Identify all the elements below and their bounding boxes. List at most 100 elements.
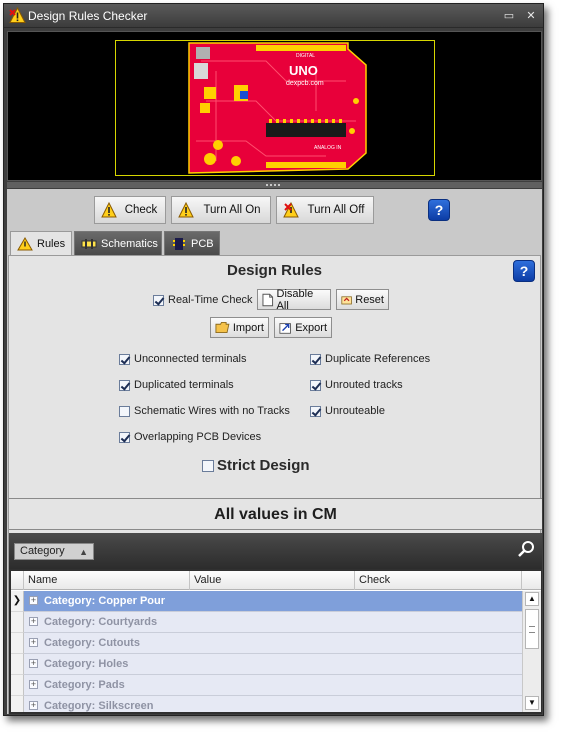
export-button[interactable]: Export xyxy=(274,317,332,338)
column-header-check[interactable]: Check xyxy=(355,571,522,590)
grid-header: Name Value Check xyxy=(11,571,541,590)
rules-grid: Name Value Check ❯ + Category: Copper Po… xyxy=(11,571,541,712)
row-indicator xyxy=(11,612,24,633)
reset-button[interactable]: Reset xyxy=(336,289,389,310)
check-button[interactable]: Check xyxy=(94,196,166,224)
expand-icon[interactable]: + xyxy=(29,638,38,647)
tab-pcb[interactable]: PCB xyxy=(164,231,220,255)
table-row[interactable]: + Category: Cutouts xyxy=(24,633,522,654)
disable-all-button[interactable]: Disable All xyxy=(257,288,331,312)
check-unconnected-terminals[interactable]: Unconnected terminals xyxy=(119,353,247,365)
column-header-value[interactable]: Value xyxy=(190,571,355,590)
grid-vertical-scrollbar[interactable]: ▲ ▼ xyxy=(522,591,541,712)
table-row[interactable]: + Category: Holes xyxy=(24,654,522,675)
realtime-check-checkbox[interactable]: Real-Time Check xyxy=(153,294,253,306)
check-overlapping-pcb-devices[interactable]: Overlapping PCB Devices xyxy=(119,431,261,443)
scroll-down-arrow-icon[interactable]: ▼ xyxy=(525,696,539,710)
reset-label: Reset xyxy=(355,293,384,306)
strict-design-label: Strict Design xyxy=(217,457,310,474)
turn-all-on-button[interactable]: Turn All On xyxy=(171,196,271,224)
expand-icon[interactable]: + xyxy=(29,659,38,668)
expand-icon[interactable]: + xyxy=(29,596,38,605)
unrouteable-label: Unrouteable xyxy=(325,405,385,417)
import-button[interactable]: Import xyxy=(210,317,269,338)
realtime-check-box[interactable] xyxy=(153,294,164,306)
expand-icon[interactable]: + xyxy=(29,680,38,689)
toolbar-help-icon[interactable]: ? xyxy=(428,199,450,221)
design-rules-checker-window: Design Rules Checker ▭ ✕ UNO dexpcb.com … xyxy=(3,3,544,716)
turn-all-off-label: Turn All Off xyxy=(307,204,365,216)
unrouted-tracks-box[interactable] xyxy=(310,379,321,391)
table-row[interactable]: + Category: Copper Pour xyxy=(24,591,522,612)
app-warning-icon xyxy=(9,7,26,23)
tab-pcb-label: PCB xyxy=(191,237,214,250)
category-label: Category: Silkscreen xyxy=(44,700,154,712)
scroll-up-arrow-icon[interactable]: ▲ xyxy=(525,592,539,606)
tab-schematics[interactable]: Schematics xyxy=(74,231,162,255)
unrouteable-box[interactable] xyxy=(310,405,321,417)
group-by-category-chip[interactable]: Category ▲ xyxy=(14,543,94,560)
reset-icon xyxy=(341,295,352,304)
group-by-label: Category xyxy=(20,545,65,557)
splitter-grip[interactable] xyxy=(266,184,280,186)
current-row-indicator: ❯ xyxy=(11,591,24,612)
schematic-wires-box[interactable] xyxy=(119,405,130,417)
duplicated-terminals-label: Duplicated terminals xyxy=(134,379,234,391)
tab-rules-label: Rules xyxy=(37,238,66,250)
rules-help-icon[interactable]: ? xyxy=(513,260,535,282)
expand-icon[interactable]: + xyxy=(29,701,38,710)
pcb-board-image: UNO dexpcb.com DIGITAL ANALOG IN xyxy=(188,42,367,174)
row-indicator xyxy=(11,675,24,696)
table-row[interactable]: + Category: Silkscreen xyxy=(24,696,522,712)
close-button[interactable]: ✕ xyxy=(523,8,539,24)
board-digital-text: DIGITAL xyxy=(296,53,315,59)
units-banner: All values in CM xyxy=(9,498,542,530)
window-title: Design Rules Checker xyxy=(28,9,148,23)
export-icon xyxy=(279,322,291,334)
scroll-thumb[interactable] xyxy=(525,609,539,649)
duplicate-references-box[interactable] xyxy=(310,353,321,365)
grid-indicator-header xyxy=(11,571,24,590)
turn-all-off-button[interactable]: Turn All Off xyxy=(276,196,374,224)
preview-splitter[interactable] xyxy=(7,182,542,188)
category-label: Category: Cutouts xyxy=(44,637,140,649)
check-unrouteable[interactable]: Unrouteable xyxy=(310,405,385,417)
check-button-label: Check xyxy=(124,204,158,216)
check-schematic-wires-no-tracks[interactable]: Schematic Wires with no Tracks xyxy=(119,405,290,417)
realtime-check-label: Real-Time Check xyxy=(168,294,253,306)
strict-design-checkbox[interactable]: Strict Design xyxy=(202,457,310,474)
pcb-view-frame: UNO dexpcb.com DIGITAL ANALOG IN xyxy=(115,40,435,176)
tab-rules[interactable]: Rules xyxy=(10,231,72,256)
check-duplicate-references[interactable]: Duplicate References xyxy=(310,353,430,365)
document-icon xyxy=(262,293,274,306)
export-label: Export xyxy=(295,321,327,334)
strict-design-box[interactable] xyxy=(202,459,214,472)
check-unrouted-tracks[interactable]: Unrouted tracks xyxy=(310,379,403,391)
board-site-text: dexpcb.com xyxy=(286,80,324,87)
check-duplicated-terminals[interactable]: Duplicated terminals xyxy=(119,379,234,391)
rules-grid-container: Category ▲ Name Value Check ❯ + Category… xyxy=(9,533,542,714)
unconnected-terminals-box[interactable] xyxy=(119,353,130,365)
restore-button[interactable]: ▭ xyxy=(501,8,517,24)
category-label: Category: Courtyards xyxy=(44,616,158,628)
board-analog-text: ANALOG IN xyxy=(314,145,342,151)
table-row[interactable]: + Category: Courtyards xyxy=(24,612,522,633)
design-rules-heading: Design Rules xyxy=(226,262,323,279)
overlapping-devices-box[interactable] xyxy=(119,431,130,443)
group-panel: Category ▲ xyxy=(9,533,542,569)
category-label: Category: Pads xyxy=(44,679,125,691)
unconnected-terminals-label: Unconnected terminals xyxy=(134,353,247,365)
column-header-name[interactable]: Name xyxy=(24,571,190,590)
duplicate-references-label: Duplicate References xyxy=(325,353,431,365)
search-icon[interactable] xyxy=(516,540,536,560)
title-bar[interactable]: Design Rules Checker ▭ ✕ xyxy=(4,4,543,28)
chip-icon xyxy=(173,237,185,250)
expand-icon[interactable]: + xyxy=(29,617,38,626)
table-row[interactable]: + Category: Pads xyxy=(24,675,522,696)
pcb-preview[interactable]: UNO dexpcb.com DIGITAL ANALOG IN xyxy=(7,31,542,181)
row-indicator xyxy=(11,696,24,712)
rules-panel: Design Rules ? Real-Time Check Disable A… xyxy=(8,255,542,714)
schematic-wires-label: Schematic Wires with no Tracks xyxy=(134,405,290,417)
duplicated-terminals-box[interactable] xyxy=(119,379,130,391)
overlapping-devices-label: Overlapping PCB Devices xyxy=(134,431,262,443)
